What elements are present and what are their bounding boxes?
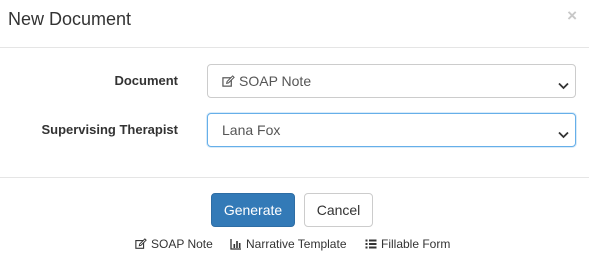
chevron-down-icon bbox=[558, 126, 569, 142]
narrative-template-link-label: Narrative Template bbox=[246, 237, 347, 251]
fillable-form-link[interactable]: Fillable Form bbox=[365, 237, 450, 251]
cancel-button[interactable]: Cancel bbox=[304, 193, 373, 227]
document-label: Document bbox=[114, 73, 178, 88]
document-select[interactable]: SOAP Note bbox=[207, 64, 576, 98]
modal-body: Document SOAP Note Supervising Therapist… bbox=[0, 48, 589, 178]
template-links: SOAP Note Narrative Template Fillable Fo… bbox=[0, 237, 589, 253]
modal-title: New Document bbox=[8, 9, 132, 29]
modal-header: New Document × bbox=[0, 0, 589, 48]
soap-note-link[interactable]: SOAP Note bbox=[135, 237, 213, 251]
fillable-form-link-label: Fillable Form bbox=[381, 237, 451, 251]
supervising-therapist-value: Lana Fox bbox=[222, 122, 281, 138]
supervising-therapist-select[interactable]: Lana Fox bbox=[207, 113, 576, 147]
edit-icon bbox=[222, 74, 235, 88]
close-icon[interactable]: × bbox=[567, 6, 577, 26]
supervising-therapist-label: Supervising Therapist bbox=[41, 122, 178, 137]
bar-chart-icon bbox=[230, 238, 246, 250]
document-select-value: SOAP Note bbox=[239, 73, 312, 89]
document-row: Document SOAP Note bbox=[0, 64, 589, 98]
soap-note-link-label: SOAP Note bbox=[151, 237, 213, 251]
therapist-row: Supervising Therapist Lana Fox bbox=[0, 113, 589, 147]
generate-button[interactable]: Generate bbox=[211, 193, 295, 227]
list-icon bbox=[365, 238, 381, 250]
modal-footer: Generate Cancel SOAP Note Narrative Temp… bbox=[0, 178, 589, 268]
narrative-template-link[interactable]: Narrative Template bbox=[230, 237, 347, 251]
edit-icon bbox=[135, 238, 151, 250]
chevron-down-icon bbox=[558, 77, 569, 93]
